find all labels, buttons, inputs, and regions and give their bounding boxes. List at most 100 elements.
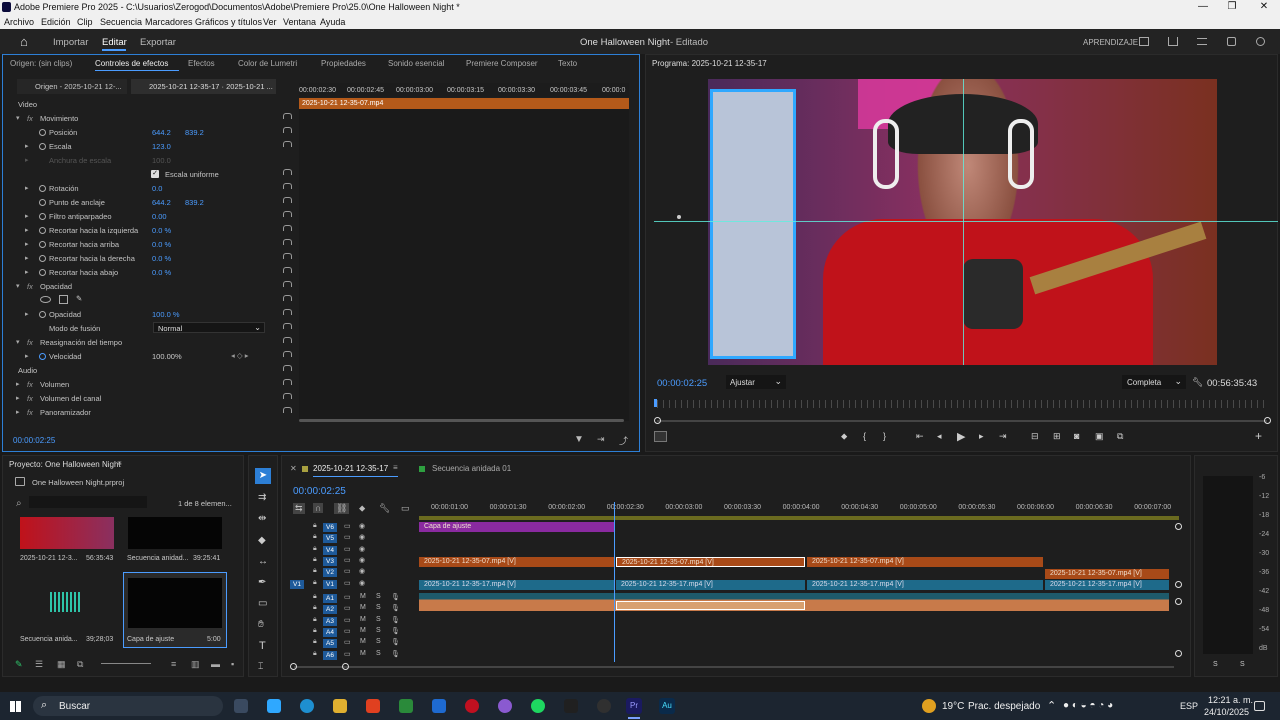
chevron-right-icon[interactable]: ▸: [25, 226, 29, 234]
edge-icon[interactable]: [300, 699, 314, 713]
solo-button[interactable]: S: [376, 650, 381, 657]
automate-icon[interactable]: ▥: [191, 659, 200, 670]
clip-v1[interactable]: 2025-10-21 12-35-17.mp4 [V]: [419, 580, 614, 590]
proxy-icon[interactable]: ⧉: [1117, 431, 1123, 442]
microphone-icon[interactable]: 🎙︎: [391, 604, 400, 612]
add-marker-icon[interactable]: ⬥: [359, 503, 365, 514]
tab-exportar[interactable]: Exportar: [140, 37, 176, 48]
sync-lock-icon[interactable]: ▭: [344, 650, 351, 658]
chevron-down-icon[interactable]: ▾: [16, 114, 20, 122]
sync-lock-icon[interactable]: ▭: [344, 604, 351, 612]
reset-icon[interactable]: [283, 309, 292, 315]
step-back-icon[interactable]: ◂: [937, 431, 942, 442]
eye-icon[interactable]: ◉: [359, 556, 365, 564]
eye-icon[interactable]: ◉: [359, 545, 365, 553]
chevron-right-icon[interactable]: ▸: [25, 156, 29, 164]
sync-lock-icon[interactable]: ▭: [344, 638, 351, 646]
clip-adjustment[interactable]: Capa de ajuste: [419, 522, 614, 532]
lock-icon[interactable]: 🔒︎: [313, 627, 317, 635]
language[interactable]: ESP: [1180, 701, 1198, 711]
lock-icon[interactable]: 🔒︎: [313, 650, 317, 658]
reset-icon[interactable]: [283, 295, 292, 301]
task-view-icon[interactable]: [234, 699, 248, 713]
mark-out-icon[interactable]: }: [883, 431, 886, 441]
tab-texto[interactable]: Texto: [558, 59, 577, 68]
mute-button[interactable]: M: [360, 638, 366, 645]
wrench-icon[interactable]: 🔧︎: [1192, 377, 1203, 388]
track-label[interactable]: A6: [323, 650, 337, 660]
escala-value[interactable]: 123.0: [152, 142, 171, 151]
reset-icon[interactable]: [283, 351, 292, 357]
timeline-playhead[interactable]: [614, 502, 615, 662]
track-select-icon[interactable]: ⇉: [258, 492, 266, 503]
reset-icon[interactable]: [283, 393, 292, 399]
ripple-edit-icon[interactable]: ⇹: [258, 513, 266, 524]
zoom-handle-right[interactable]: [1264, 417, 1271, 424]
track-label[interactable]: V4: [323, 545, 337, 555]
tab-controles-efectos[interactable]: Controles de efectos: [95, 59, 168, 68]
microphone-icon[interactable]: 🎙︎: [391, 638, 400, 646]
zoom-handle-left[interactable]: [654, 417, 661, 424]
messenger-icon[interactable]: [498, 699, 512, 713]
ec-clip-bar[interactable]: 2025-10-21 12-35-07.mp4: [299, 98, 629, 109]
pencil-icon[interactable]: ✎: [15, 659, 23, 670]
chevron-right-icon[interactable]: ▸: [16, 408, 20, 416]
icon-view-icon[interactable]: ▦: [57, 659, 66, 670]
sort-icon[interactable]: ≡: [171, 659, 176, 669]
fullscreen-icon[interactable]: [1227, 37, 1236, 46]
ec-timecode[interactable]: 00:00:02:25: [13, 436, 55, 445]
clip-v3-selected[interactable]: 2025-10-21 12-35-07.mp4 [V]: [616, 557, 805, 567]
scroll-handle[interactable]: [1175, 523, 1182, 530]
tab-propiedades[interactable]: Propiedades: [321, 59, 366, 68]
eye-icon[interactable]: ◉: [359, 522, 365, 530]
stopwatch-icon[interactable]: [39, 213, 46, 220]
lift-icon[interactable]: ⊟: [1031, 431, 1039, 442]
pen-mask-icon[interactable]: ✎: [76, 294, 82, 303]
eye-icon[interactable]: ◉: [359, 567, 365, 575]
chevron-right-icon[interactable]: ▸: [25, 268, 29, 276]
weather-icon[interactable]: [922, 699, 936, 713]
menu-archivo[interactable]: Archivo: [4, 17, 34, 27]
lock-icon[interactable]: 🔒︎: [313, 545, 317, 553]
eye-icon[interactable]: ◉: [359, 533, 365, 541]
lock-icon[interactable]: 🔒︎: [313, 556, 317, 564]
hand-tool-icon[interactable]: ✋︎: [258, 619, 264, 630]
sync-lock-icon[interactable]: ▭: [344, 627, 351, 635]
mark-in-icon[interactable]: {: [863, 431, 866, 441]
menu-secuencia[interactable]: Secuencia: [100, 17, 142, 27]
reset-icon[interactable]: [283, 239, 292, 245]
lock-icon[interactable]: 🔒︎: [313, 593, 317, 601]
mute-button[interactable]: M: [360, 616, 366, 623]
layout-icon[interactable]: [1139, 37, 1149, 46]
tab-editar[interactable]: Editar: [102, 37, 127, 48]
panel-menu-icon[interactable]: ≡: [393, 463, 398, 472]
thumb-nested-seq[interactable]: [128, 517, 222, 549]
sync-lock-icon[interactable]: ▭: [344, 593, 351, 601]
track-header[interactable]: 🔒︎ A5 ▭ M S 🎙︎: [282, 638, 418, 649]
panel-menu-icon[interactable]: ≡: [117, 459, 122, 468]
zoom-slider[interactable]: [101, 663, 151, 664]
ec-ruler[interactable]: 00:00:02:30 00:00:02:45 00:00:03:00 00:0…: [299, 83, 629, 97]
microphone-icon[interactable]: 🎙︎: [391, 616, 400, 624]
scroll-handle[interactable]: [1175, 581, 1182, 588]
sync-lock-icon[interactable]: ▭: [344, 545, 351, 553]
program-ruler[interactable]: [657, 400, 1267, 408]
stopwatch-icon[interactable]: [39, 255, 46, 262]
comparison-icon[interactable]: ▣: [1095, 431, 1104, 442]
menu-graficos[interactable]: Gráficos y títulos: [195, 17, 262, 27]
taskbar-search[interactable]: ⌕ Buscar: [33, 696, 223, 716]
item-name[interactable]: 2025-10-21 12-3...: [20, 555, 78, 562]
track-header[interactable]: 🔒︎ A1 ▭ M S 🎙︎: [282, 593, 418, 604]
lock-icon[interactable]: 🔒︎: [313, 567, 317, 575]
track-header[interactable]: 🔒︎ V2 ▭ ◉: [282, 567, 418, 578]
track-header[interactable]: 🔒︎ A2 ▭ M S 🎙︎: [282, 604, 418, 615]
clock-date[interactable]: 24/10/2025: [1204, 707, 1249, 717]
stopwatch-icon[interactable]: [39, 353, 46, 360]
solo-button[interactable]: S: [376, 627, 381, 634]
menu-edicion[interactable]: Edición: [41, 17, 71, 27]
posicion-y[interactable]: 839.2: [185, 128, 204, 137]
anchor-point[interactable]: [677, 215, 681, 219]
tab-importar[interactable]: Importar: [53, 37, 88, 48]
step-forward-icon[interactable]: ▸: [979, 431, 984, 442]
go-to-in-icon[interactable]: ⇤: [916, 431, 924, 442]
